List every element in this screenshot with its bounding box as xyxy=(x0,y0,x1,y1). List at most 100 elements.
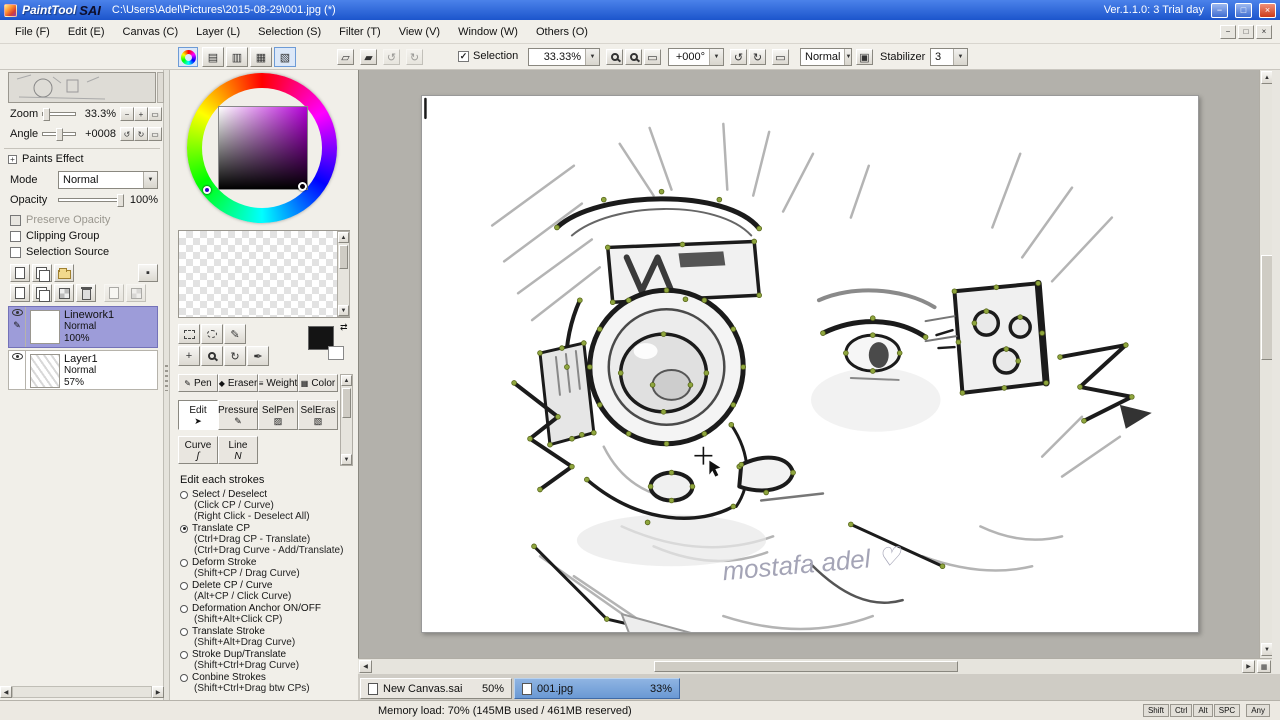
scratchpad[interactable] xyxy=(178,230,350,318)
scrollbar-thumb[interactable] xyxy=(339,245,348,269)
navigator-scrollbar[interactable] xyxy=(157,72,164,103)
option-stroke-dup[interactable]: Stroke Dup/Translate xyxy=(180,649,286,660)
preserve-opacity-checkbox[interactable] xyxy=(10,214,21,226)
option-translate-stroke[interactable]: Translate Stroke xyxy=(180,626,265,637)
scroll-left-icon[interactable]: ◀ xyxy=(359,660,372,673)
menu-selection[interactable]: Selection (S) xyxy=(249,23,330,41)
transfer-down-button[interactable] xyxy=(10,284,30,302)
menu-edit[interactable]: Edit (E) xyxy=(59,23,114,41)
eye-icon[interactable] xyxy=(11,309,23,316)
navigator-preview[interactable] xyxy=(8,72,156,103)
zoom-tool[interactable] xyxy=(201,346,223,366)
doc-tab-new-canvas[interactable]: New Canvas.sai 50% xyxy=(360,678,512,699)
chevron-down-icon[interactable]: ▼ xyxy=(844,49,852,65)
canvas-vscrollbar[interactable]: ▲ ▼ xyxy=(1259,70,1273,658)
nav-zoom-reset-button[interactable]: ▭ xyxy=(148,107,162,121)
scrollbar-thumb[interactable] xyxy=(342,388,351,418)
tab-line[interactable]: Line N xyxy=(218,436,258,464)
tab-weight[interactable]: ≡ Weight xyxy=(258,374,298,392)
rect-select-tool[interactable] xyxy=(178,324,200,344)
rotate-reset-button[interactable]: ▭ xyxy=(772,49,789,65)
redo-button[interactable]: ↻ xyxy=(406,49,423,65)
panel-scrollbar-track[interactable] xyxy=(12,686,152,698)
nav-zoom-in-button[interactable]: + xyxy=(134,107,148,121)
scratchpad-scrollbar[interactable]: ▲ ▼ xyxy=(337,231,350,317)
swap-colors-icon[interactable]: ⇄ xyxy=(340,322,348,333)
expand-icon[interactable]: + xyxy=(8,154,17,164)
selection-source-checkbox[interactable] xyxy=(10,246,21,258)
option-select-deselect[interactable]: Select / Deselect xyxy=(180,489,267,500)
move-tool[interactable]: + xyxy=(178,346,200,366)
option-delete-cp[interactable]: Delete CP / Curve xyxy=(180,580,272,591)
scrollbar-thumb[interactable] xyxy=(654,661,958,672)
menu-others[interactable]: Others (O) xyxy=(527,23,597,41)
rotate-view-tool[interactable]: ↻ xyxy=(224,346,246,366)
layer-row-layer1[interactable]: Layer1 Normal 57% xyxy=(8,350,158,390)
panel-scroll-right-button[interactable]: ▶ xyxy=(152,686,164,698)
scroll-up-icon[interactable]: ▲ xyxy=(338,232,349,243)
scratchpad-toggle-button[interactable]: ▤ xyxy=(202,47,224,67)
menu-filter[interactable]: Filter (T) xyxy=(330,23,390,41)
saturation-value-square[interactable] xyxy=(218,106,308,190)
nav-angle-reset-button[interactable]: ▭ xyxy=(148,127,162,141)
scroll-up-icon[interactable]: ▲ xyxy=(341,375,352,386)
tab-edit[interactable]: Edit ➤ xyxy=(178,400,218,430)
flip-horizontal-button[interactable]: ▱ xyxy=(337,49,354,65)
doc-tab-001-jpg[interactable]: 001.jpg 33% xyxy=(514,678,680,699)
stabilizer-dropdown[interactable]: 3 ▼ xyxy=(930,48,968,66)
layer-mask-button[interactable] xyxy=(104,284,124,302)
mdi-restore-button[interactable]: □ xyxy=(1238,24,1254,39)
nav-rotate-ccw-button[interactable]: ↺ xyxy=(120,127,134,141)
menu-view[interactable]: View (V) xyxy=(390,23,449,41)
nav-rotate-cw-button[interactable]: ↻ xyxy=(134,127,148,141)
mdi-close-button[interactable]: × xyxy=(1256,24,1272,39)
zoom-dropdown[interactable]: 33.33% ▼ xyxy=(528,48,600,66)
selection-checkbox[interactable]: ✓ xyxy=(458,50,469,62)
canvas[interactable]: mostafa adel ♡ xyxy=(421,95,1199,671)
mdi-minimize-button[interactable]: − xyxy=(1220,24,1236,39)
nav-zoom-slider[interactable] xyxy=(42,108,76,121)
undo-button[interactable]: ↺ xyxy=(383,49,400,65)
swatches-toggle-button[interactable]: ▥ xyxy=(226,47,248,67)
clear-layer-button[interactable]: ▪ xyxy=(138,264,158,282)
canvas-drawing[interactable]: mostafa adel ♡ xyxy=(422,96,1198,671)
layer-lock-button[interactable] xyxy=(126,284,146,302)
delete-layer-button[interactable] xyxy=(76,284,96,302)
menu-file[interactable]: File (F) xyxy=(6,23,59,41)
rotate-ccw-button[interactable]: ↺ xyxy=(730,49,747,65)
tab-pressure[interactable]: Pressure ✎ xyxy=(218,400,258,430)
option-combine-strokes[interactable]: Conbine Strokes xyxy=(180,672,266,683)
secondary-color-swatch[interactable] xyxy=(328,346,344,360)
custom-tray-toggle-button[interactable]: ▦ xyxy=(250,47,272,67)
chevron-down-icon[interactable]: ▼ xyxy=(709,49,723,65)
option-translate-cp[interactable]: Translate CP xyxy=(180,523,250,534)
canvas-hscrollbar[interactable]: ◀ ▶ ▦ xyxy=(358,658,1272,674)
chevron-down-icon[interactable]: ▼ xyxy=(953,49,967,65)
option-deformation-anchor[interactable]: Deformation Anchor ON/OFF xyxy=(180,603,321,614)
chevron-down-icon[interactable]: ▼ xyxy=(143,172,157,188)
scroll-down-icon[interactable]: ▼ xyxy=(338,305,349,316)
layer-mode-dropdown[interactable]: Normal ▼ xyxy=(58,171,158,189)
minimize-button[interactable]: − xyxy=(1211,2,1228,18)
menu-canvas[interactable]: Canvas (C) xyxy=(114,23,188,41)
chevron-down-icon[interactable]: ▼ xyxy=(585,49,599,65)
tab-eraser[interactable]: ◆ Eraser xyxy=(218,374,258,392)
tab-seleras[interactable]: SelEras ▧ xyxy=(298,400,338,430)
panel-scroll-left-button[interactable]: ◀ xyxy=(0,686,12,698)
fill-layer-button[interactable] xyxy=(54,284,74,302)
scroll-down-icon[interactable]: ▼ xyxy=(341,454,352,465)
blend-mode-dropdown[interactable]: Normal ▼ xyxy=(800,48,852,66)
option-deform-stroke[interactable]: Deform Stroke xyxy=(180,557,256,568)
scroll-right-icon[interactable]: ▶ xyxy=(1242,660,1255,673)
color-wheel-toggle-button[interactable] xyxy=(178,47,198,67)
copy-layer-button[interactable] xyxy=(32,264,52,282)
nav-zoom-out-button[interactable]: − xyxy=(120,107,134,121)
lasso-tool[interactable] xyxy=(201,324,223,344)
merge-down-button[interactable] xyxy=(32,284,52,302)
zoom-out-button[interactable] xyxy=(606,49,623,65)
canvas-viewport[interactable]: mostafa adel ♡ ▲ ▼ xyxy=(358,70,1273,671)
rotate-cw-button[interactable]: ↻ xyxy=(749,49,766,65)
layer-row-linework1[interactable]: ✎ Linework1 Normal 100% xyxy=(8,306,158,348)
tab-color[interactable]: ▦ Color xyxy=(298,374,338,392)
menu-window[interactable]: Window (W) xyxy=(449,23,527,41)
